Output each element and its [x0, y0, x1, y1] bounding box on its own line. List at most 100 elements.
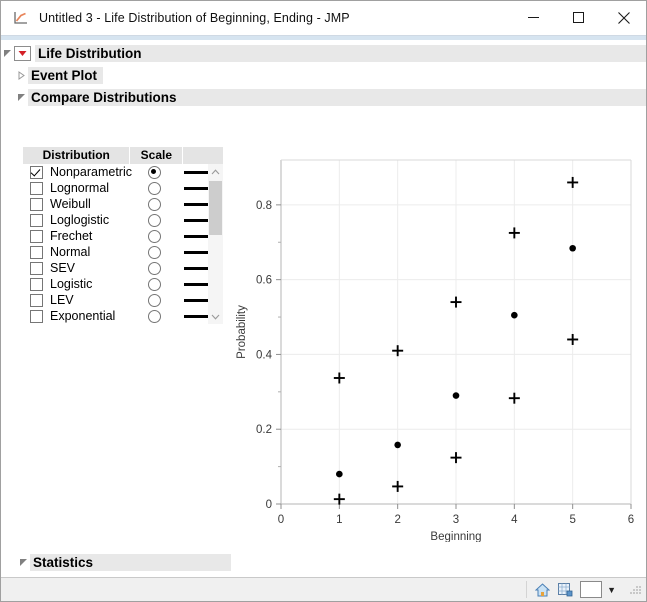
- distribution-checkbox[interactable]: [30, 261, 43, 275]
- disclosure-closed-icon[interactable]: [15, 70, 28, 80]
- distribution-list-scrollbar[interactable]: [208, 164, 223, 324]
- table-row[interactable]: Lognormal: [23, 180, 223, 196]
- scale-radio[interactable]: [148, 213, 161, 227]
- table-row[interactable]: Logistic: [23, 276, 223, 292]
- jmp-chart-icon: [12, 9, 30, 27]
- distribution-checkbox[interactable]: [30, 229, 43, 243]
- distribution-table-header: Distribution Scale: [23, 147, 223, 164]
- distribution-name: Nonparametric: [50, 165, 132, 179]
- distribution-name: Loglogistic: [50, 213, 110, 227]
- line-style-swatch[interactable]: [184, 298, 210, 302]
- distribution-checkbox[interactable]: [30, 309, 43, 323]
- statistics-section: Statistics Summary of Data Nonparametric…: [17, 552, 232, 580]
- scroll-up-icon[interactable]: [208, 164, 223, 179]
- line-style-swatch[interactable]: [184, 282, 210, 286]
- svg-text:0.6: 0.6: [256, 275, 272, 287]
- svg-text:3: 3: [453, 514, 459, 526]
- outline-node-life-distribution[interactable]: Life Distribution: [1, 43, 646, 63]
- scale-radio[interactable]: [148, 229, 161, 243]
- close-button[interactable]: [601, 1, 646, 34]
- distribution-checkbox[interactable]: [30, 245, 43, 259]
- event-plot-label: Event Plot: [28, 66, 104, 84]
- distribution-name: Logistic: [50, 277, 93, 291]
- resize-grip-icon[interactable]: [628, 583, 642, 597]
- scale-radio[interactable]: [148, 309, 161, 323]
- distribution-name: SEV: [50, 261, 76, 275]
- column-header-distribution: Distribution: [23, 147, 130, 164]
- outline-node-event-plot[interactable]: Event Plot: [15, 65, 646, 85]
- scale-radio[interactable]: [148, 165, 161, 179]
- table-row[interactable]: Exponential: [23, 308, 223, 324]
- scale-radio[interactable]: [148, 277, 161, 291]
- distribution-checkbox[interactable]: [30, 277, 43, 291]
- table-row[interactable]: SEV: [23, 260, 223, 276]
- svg-text:1: 1: [336, 514, 342, 526]
- minimize-button[interactable]: [511, 1, 556, 34]
- distribution-checkbox[interactable]: [30, 213, 43, 227]
- red-triangle-menu-icon[interactable]: [14, 45, 31, 61]
- svg-text:5: 5: [569, 514, 575, 526]
- compare-distributions-label: Compare Distributions: [28, 88, 183, 106]
- home-icon[interactable]: [534, 581, 551, 598]
- table-row[interactable]: Weibull: [23, 196, 223, 212]
- table-row[interactable]: Nonparametric: [23, 164, 223, 180]
- disclosure-open-icon[interactable]: [15, 93, 28, 102]
- line-style-swatch[interactable]: [184, 234, 210, 238]
- distribution-name: Lognormal: [50, 181, 110, 195]
- line-style-swatch[interactable]: [184, 170, 210, 174]
- svg-text:6: 6: [628, 514, 634, 526]
- disclosure-open-icon[interactable]: [17, 558, 30, 567]
- column-header-line: [183, 147, 223, 164]
- scale-radio[interactable]: [148, 245, 161, 259]
- svg-text:0.8: 0.8: [256, 200, 272, 212]
- distribution-name: Frechet: [50, 229, 93, 243]
- disclosure-open-icon[interactable]: [1, 49, 14, 58]
- white-color-swatch[interactable]: [580, 581, 603, 598]
- outline-node-statistics[interactable]: Statistics: [17, 552, 232, 572]
- scale-radio[interactable]: [148, 181, 161, 195]
- life-distribution-label: Life Distribution: [35, 44, 148, 62]
- line-style-swatch[interactable]: [184, 250, 210, 254]
- svg-text:4: 4: [511, 514, 518, 526]
- table-row[interactable]: Normal: [23, 244, 223, 260]
- table-row[interactable]: Loglogistic: [23, 212, 223, 228]
- table-row[interactable]: LEV: [23, 292, 223, 308]
- outline-node-compare-distributions[interactable]: Compare Distributions: [15, 87, 646, 107]
- distribution-name: LEV: [50, 293, 74, 307]
- window-controls: [511, 1, 646, 34]
- line-style-swatch[interactable]: [184, 218, 210, 222]
- svg-text:Probability: Probability: [236, 305, 248, 359]
- probability-plot-canvas: 0 0.2 0.4 0.6 0.8 0 1 2 3 4 5 6 Beginning Probability: [236, 159, 634, 542]
- table-row[interactable]: Frechet: [23, 228, 223, 244]
- status-bar: ▼: [1, 577, 646, 601]
- svg-text:0.4: 0.4: [256, 349, 273, 361]
- distribution-table-body: Nonparametric Lognormal Weibull Loglogis…: [23, 164, 223, 324]
- caret-down-icon[interactable]: ▼: [607, 585, 616, 595]
- distribution-checkbox[interactable]: [30, 181, 43, 195]
- distribution-name: Normal: [50, 245, 91, 259]
- maximize-button[interactable]: [556, 1, 601, 34]
- svg-text:0: 0: [278, 514, 284, 526]
- scale-radio[interactable]: [148, 293, 161, 307]
- distribution-checkbox[interactable]: [30, 197, 43, 211]
- scrollbar-thumb[interactable]: [209, 181, 222, 235]
- scale-radio[interactable]: [148, 197, 161, 211]
- data-table-icon[interactable]: [557, 581, 574, 598]
- line-style-swatch[interactable]: [184, 186, 210, 190]
- statistics-bar: [99, 553, 232, 571]
- distribution-name: Exponential: [50, 309, 116, 323]
- life-distribution-bar: [147, 44, 646, 62]
- line-style-swatch[interactable]: [184, 266, 210, 270]
- jmp-window: Untitled 3 - Life Distribution of Beginn…: [0, 0, 647, 602]
- column-header-scale: Scale: [130, 147, 183, 164]
- scroll-down-icon[interactable]: [208, 309, 223, 324]
- distribution-table: Distribution Scale Nonparametric Lognorm…: [23, 147, 223, 324]
- scale-radio[interactable]: [148, 261, 161, 275]
- line-style-swatch[interactable]: [184, 314, 210, 318]
- distribution-checkbox[interactable]: [30, 165, 43, 179]
- distribution-checkbox[interactable]: [30, 293, 43, 307]
- line-style-swatch[interactable]: [184, 202, 210, 206]
- svg-text:0: 0: [266, 499, 272, 511]
- status-divider: [526, 581, 528, 598]
- probability-plot[interactable]: 0 0.2 0.4 0.6 0.8 0 1 2 3 4 5 6 Beginning Probability: [229, 152, 639, 542]
